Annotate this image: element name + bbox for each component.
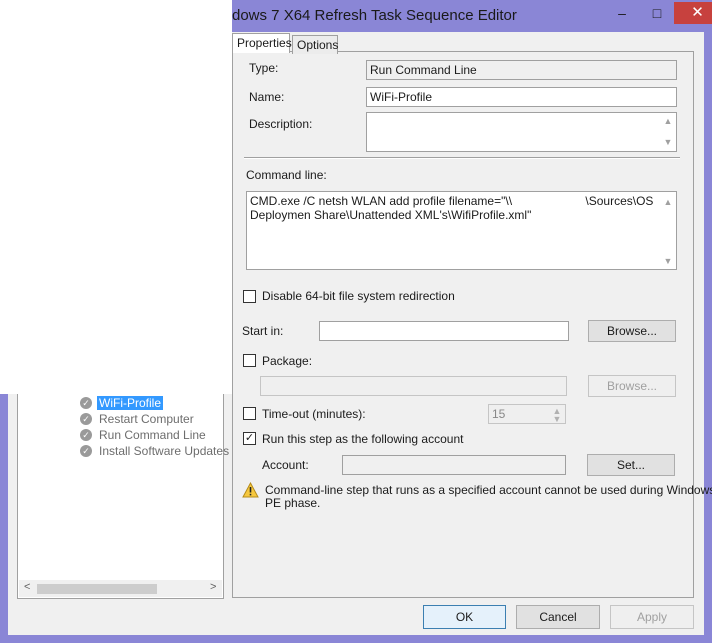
timeout-label: Time-out (minutes): [262,407,366,421]
scroll-up-icon[interactable]: ▲ [662,195,674,209]
spin-down-icon: ▼ [552,414,562,424]
warning-text-line2: PE phase. [265,496,321,510]
tree-item-label: Install Software Updates [99,444,230,458]
tab-properties[interactable]: Properties [232,33,292,53]
package-label: Package: [262,354,313,368]
timeout-spinner: 15 ▲ ▼ [488,404,566,424]
scrollbar-thumb[interactable] [37,584,157,594]
account-set-button[interactable]: Set... [587,454,675,476]
tab-options[interactable]: Options [292,35,338,54]
type-label: Type: [249,61,279,75]
timeout-checkbox[interactable] [243,407,256,420]
start-in-browse-button[interactable]: Browse... [588,320,676,342]
tree-horizontal-scrollbar[interactable]: < > [19,580,222,597]
task-sequence-tree[interactable]: ✓ WiFi-Profile ✓ Restart Computer ✓ Run … [17,394,229,599]
title-bar[interactable]: dows 7 X64 Refresh Task Sequence Editor … [232,0,712,32]
account-field [342,455,566,475]
package-browse-button: Browse... [588,375,676,397]
name-input[interactable]: WiFi-Profile [366,87,677,107]
disable-64bit-checkbox[interactable] [243,290,256,303]
tree-item-label: Restart Computer [99,412,194,426]
description-input[interactable]: ▲ ▼ [366,112,677,152]
window-title: dows 7 X64 Refresh Task Sequence Editor [232,7,517,24]
description-label: Description: [249,117,313,131]
close-button[interactable]: ✕ [674,2,712,24]
account-label: Account: [262,458,309,472]
scroll-up-icon[interactable]: ▲ [662,116,674,126]
cancel-button[interactable]: Cancel [516,605,600,629]
disable-64bit-label: Disable 64-bit file system redirection [262,289,455,303]
minimize-button[interactable]: – [608,4,636,24]
package-checkbox[interactable] [243,354,256,367]
command-line-label: Command line: [246,168,327,182]
start-in-label: Start in: [242,324,284,338]
apply-button: Apply [610,605,694,629]
start-in-input[interactable] [319,321,569,341]
command-line-text-line2: Deploymen Share\Unattended XML's\WifiPro… [250,208,532,222]
step-check-icon: ✓ [80,397,92,409]
obscured-region [0,0,232,394]
package-input [260,376,567,396]
step-check-icon: ✓ [80,413,92,425]
step-check-icon: ✓ [80,429,92,441]
editor-window: dows 7 X64 Refresh Task Sequence Editor … [0,0,712,643]
scroll-down-icon[interactable]: ▼ [662,137,674,147]
tree-item-label: Run Command Line [99,428,206,442]
scroll-down-icon[interactable]: ▼ [662,254,674,268]
warning-icon [242,482,259,498]
timeout-value: 15 [492,407,506,421]
scroll-right-icon[interactable]: > [210,581,216,593]
scroll-left-icon[interactable]: < [24,581,30,593]
type-field: Run Command Line [366,60,677,80]
tree-item-label: WiFi-Profile [97,396,163,410]
command-line-text-line1: CMD.exe /C netsh WLAN add profile filena… [250,194,654,208]
warning-text-line1: Command-line step that runs as a specifi… [265,483,712,497]
ok-button[interactable]: OK [423,605,506,629]
section-divider-highlight [244,158,680,159]
maximize-button[interactable]: □ [643,4,671,24]
run-as-account-label: Run this step as the following account [262,432,464,446]
name-label: Name: [249,90,285,104]
step-check-icon: ✓ [80,445,92,457]
run-as-account-checkbox[interactable]: ✓ [243,432,256,445]
command-line-input[interactable]: CMD.exe /C netsh WLAN add profile filena… [246,191,677,270]
